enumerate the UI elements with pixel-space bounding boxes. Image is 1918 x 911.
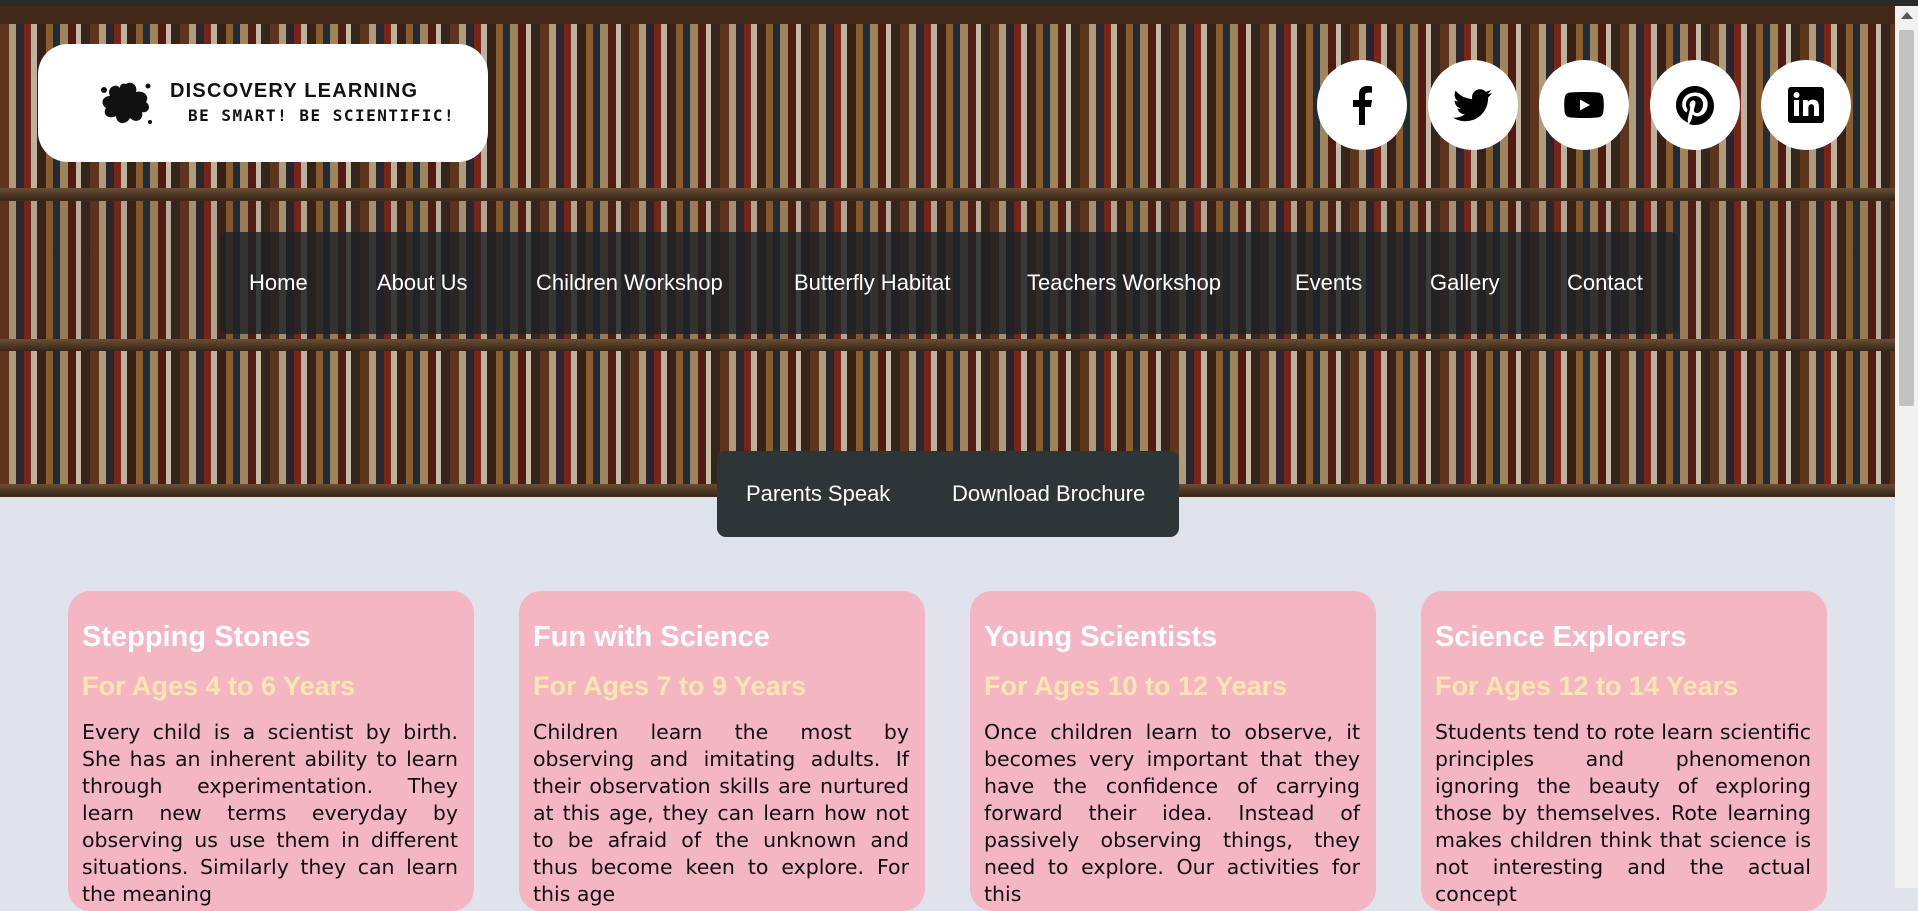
nav-children-workshop[interactable]: Children Workshop (536, 232, 723, 334)
program-card-young-scientists: Young Scientists For Ages 10 to 12 Years… (970, 591, 1376, 911)
secondary-navigation: Parents Speak Download Brochure (717, 451, 1179, 537)
vertical-scrollbar[interactable] (1895, 6, 1918, 888)
facebook-icon (1353, 86, 1372, 125)
nav-parents-speak[interactable]: Parents Speak (746, 451, 890, 537)
logo-tagline: BE SMART! BE SCIENTIFIC! (188, 106, 456, 125)
logo-title: DISCOVERY LEARNING (170, 80, 419, 102)
scroll-up-arrow-icon[interactable] (1901, 12, 1913, 19)
nav-teachers-workshop[interactable]: Teachers Workshop (1027, 232, 1221, 334)
nav-contact[interactable]: Contact (1567, 232, 1643, 334)
nav-about-us[interactable]: About Us (377, 232, 468, 334)
card-title: Science Explorers (1435, 621, 1687, 653)
card-title: Stepping Stones (82, 621, 311, 653)
facebook-link[interactable] (1317, 60, 1407, 150)
scrollbar-thumb[interactable] (1899, 30, 1914, 406)
youtube-link[interactable] (1539, 60, 1629, 150)
main-navigation: Home About Us Children Workshop Butterfl… (220, 232, 1678, 334)
pinterest-icon (1676, 86, 1714, 125)
program-card-science-explorers: Science Explorers For Ages 12 to 14 Year… (1421, 591, 1827, 911)
site-logo[interactable]: DISCOVERY LEARNING BE SMART! BE SCIENTIF… (38, 44, 488, 162)
card-age-range: For Ages 7 to 9 Years (533, 671, 807, 701)
card-description: Children learn the most by observing and… (533, 720, 909, 906)
card-description: Students tend to rote learn scientific p… (1435, 720, 1811, 906)
youtube-icon (1564, 92, 1604, 118)
twitter-icon (1453, 89, 1492, 122)
pinterest-link[interactable] (1650, 60, 1740, 150)
splat-logo-icon (101, 82, 152, 124)
nav-butterfly-habitat[interactable]: Butterfly Habitat (794, 232, 951, 334)
card-description: Every child is a scientist by birth. She… (82, 720, 458, 906)
card-age-range: For Ages 10 to 12 Years (984, 671, 1288, 701)
card-title: Young Scientists (984, 621, 1218, 653)
nav-gallery[interactable]: Gallery (1430, 232, 1500, 334)
nav-home[interactable]: Home (249, 232, 308, 334)
card-description: Once children learn to observe, it becom… (984, 720, 1360, 906)
card-age-range: For Ages 12 to 14 Years (1435, 671, 1739, 701)
program-card-stepping-stones: Stepping Stones For Ages 4 to 6 Years Ev… (68, 591, 474, 911)
linkedin-link[interactable] (1761, 60, 1851, 150)
program-card-fun-with-science: Fun with Science For Ages 7 to 9 Years C… (519, 591, 925, 911)
nav-download-brochure[interactable]: Download Brochure (952, 451, 1145, 537)
card-title: Fun with Science (533, 621, 770, 653)
card-age-range: For Ages 4 to 6 Years (82, 671, 356, 701)
twitter-link[interactable] (1428, 60, 1518, 150)
nav-events[interactable]: Events (1295, 232, 1362, 334)
linkedin-icon (1788, 87, 1824, 123)
